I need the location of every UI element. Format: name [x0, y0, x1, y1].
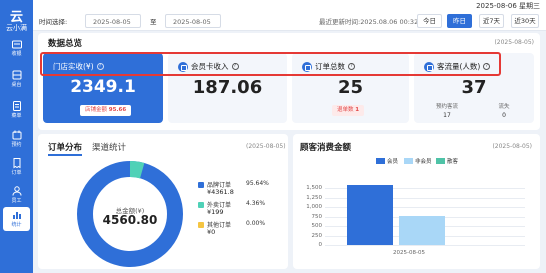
y-tick-label: 1,500 [306, 185, 322, 192]
date-range-separator: 至 [150, 18, 157, 26]
legend-swatch [436, 158, 445, 164]
sidebar: 云 云小满 收银 桌台 菜单 预约 订单 员工 统计 [0, 0, 33, 273]
legend-swatch [376, 158, 385, 164]
start-date-input[interactable]: 2025-08-05 [85, 14, 141, 28]
y-tick-label: 750 [311, 213, 323, 220]
legend-pct: 95.64% [246, 180, 269, 187]
sidebar-item-label: 统计 [11, 222, 22, 228]
sub-value: 17 [443, 112, 451, 119]
sub-label: 预约客流 [435, 104, 458, 110]
legend-item-non-member: 非会员 [404, 157, 432, 165]
sidebar-item-label: 员工 [11, 198, 22, 204]
last-updated-text: 最近更新时间:2025.08.06 00:32 [319, 18, 419, 26]
sidebar-item-table[interactable]: 桌台 [3, 67, 30, 91]
badge-label: 退单数 [337, 107, 354, 113]
tab-order-distribution[interactable]: 订单分布 [48, 141, 83, 156]
bar-member[interactable] [347, 184, 393, 245]
sidebar-item-label: 收银 [11, 51, 22, 57]
highlight-box [40, 52, 501, 76]
last-7-days-button[interactable]: 近7天 [479, 14, 504, 28]
status-badge: 退单数 1 [332, 105, 365, 116]
app-logo: 云 云小满 [3, 11, 30, 32]
y-tick-label: 1,000 [306, 204, 322, 211]
sidebar-item-label: 桌台 [11, 82, 22, 88]
x-tick-label: 2025-08-05 [393, 250, 425, 256]
badge-label: 店铺金额 [85, 107, 108, 113]
sidebar-item-label: 预约 [11, 142, 22, 148]
order-dist-date: (2025-08-05) [246, 143, 286, 150]
menu-icon [12, 101, 21, 111]
card-value: 37 [461, 77, 487, 98]
cashier-icon [11, 40, 22, 49]
card-value: 25 [337, 77, 364, 98]
card-value: 2349.1 [70, 77, 136, 97]
sidebar-item-order[interactable]: 订单 [3, 155, 30, 179]
sidebar-item-reservation[interactable]: 预约 [3, 127, 30, 151]
status-badge: 店铺金额 95.66 [80, 105, 132, 116]
sub-value: 0 [502, 112, 506, 119]
customer-spend-panel [293, 134, 540, 269]
sidebar-item-label: 菜单 [11, 113, 22, 119]
filter-label: 时间选择: [39, 18, 68, 26]
date-filter-bar: 时间选择: 2025-08-05 至 2025-08-05 最近更新时间:202… [33, 11, 546, 31]
overview-date: (2025-08-05) [494, 39, 534, 46]
stats-icon [12, 212, 21, 219]
overview-title: 数据总览 [48, 39, 83, 49]
grid-line [325, 245, 525, 246]
legend-item-walk-in: 散客 [436, 157, 458, 165]
legend-swatch [198, 182, 204, 188]
sidebar-item-staff[interactable]: 员工 [3, 183, 30, 207]
badge-value: 95.66 [108, 107, 127, 113]
logo-mark: 云 [9, 10, 23, 25]
legend-name: 散客 [447, 159, 459, 165]
y-tick-label: 250 [311, 232, 323, 239]
legend-swatch [198, 222, 204, 228]
yesterday-button[interactable]: 昨日 [447, 14, 472, 28]
system-bar: 2025-08-06 星期三 [0, 0, 546, 11]
sidebar-item-menu[interactable]: 菜单 [3, 98, 30, 122]
badge-value: 1 [355, 107, 360, 113]
last-30-days-button[interactable]: 近30天 [511, 14, 539, 28]
sidebar-item-stats[interactable]: 统计 [3, 207, 30, 231]
legend-name: 会员 [387, 159, 399, 165]
legend-swatch [198, 202, 204, 208]
table-icon [12, 70, 21, 80]
legend-swatch [404, 158, 413, 164]
y-tick-label: 1,250 [306, 194, 322, 201]
tab-channel-stats[interactable]: 渠道统计 [92, 141, 126, 153]
y-tick-label: 0 [318, 242, 323, 248]
y-tick-label: 500 [311, 223, 323, 230]
legend-pct: 4.36% [246, 200, 266, 207]
bar-non-member[interactable] [399, 215, 445, 245]
order-icon [13, 158, 20, 169]
card-value: 187.06 [192, 77, 263, 98]
legend-value: ¥0 [207, 228, 216, 236]
donut-slice-takeaway [129, 161, 145, 179]
sidebar-item-cashier[interactable]: 收银 [3, 36, 30, 60]
reservation-icon [12, 130, 21, 140]
staff-icon [12, 186, 21, 196]
sidebar-item-label: 订单 [11, 170, 22, 176]
legend-pct: 0.00% [246, 220, 266, 227]
today-button[interactable]: 今日 [417, 14, 442, 28]
chart-title: 顾客消费金额 [300, 143, 352, 153]
legend-item-member: 会员 [376, 157, 398, 165]
legend-name: 非会员 [415, 159, 432, 165]
chart-date: (2025-08-05) [492, 143, 532, 150]
end-date-input[interactable]: 2025-08-05 [165, 14, 221, 28]
system-datetime: 2025-08-06 星期三 [476, 2, 540, 10]
legend-value: ¥199 [207, 208, 224, 216]
donut-center-value: 4560.80 [102, 213, 158, 227]
logo-name: 云小满 [6, 24, 27, 32]
legend-value: ¥4361.8 [207, 188, 234, 196]
sub-label: 流失 [498, 104, 510, 110]
